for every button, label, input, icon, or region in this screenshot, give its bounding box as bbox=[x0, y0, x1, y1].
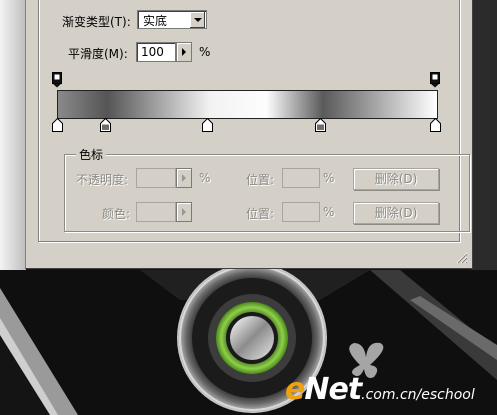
opacity-slider-button[interactable] bbox=[176, 168, 192, 188]
opacity-label: 不透明度: bbox=[76, 173, 129, 187]
color-location-unit: % bbox=[323, 205, 335, 219]
smoothness-slider-button[interactable] bbox=[176, 42, 192, 62]
opacity-location-unit: % bbox=[323, 171, 335, 185]
opacity-input[interactable] bbox=[136, 168, 176, 188]
logo-net: Net bbox=[304, 372, 362, 407]
enet-logo: eNet bbox=[285, 372, 362, 407]
color-stop-white-icon[interactable] bbox=[52, 118, 63, 132]
color-swatch[interactable] bbox=[136, 202, 176, 222]
resize-grip-icon[interactable] bbox=[454, 250, 468, 264]
color-location-label: 位置: bbox=[246, 207, 275, 221]
delete-color-stop-button[interactable]: 删除(D) bbox=[353, 202, 439, 224]
smoothness-value: 100 bbox=[141, 45, 164, 59]
smoothness-input[interactable]: 100 bbox=[136, 42, 176, 62]
gradient-type-value: 实底 bbox=[143, 14, 168, 28]
opacity-stop-right-icon[interactable] bbox=[430, 72, 440, 88]
color-stop-gray-icon[interactable] bbox=[100, 118, 111, 132]
enet-watermark: eNet.com.cn/eschool bbox=[285, 372, 475, 407]
gradient-type-select[interactable]: 实底 bbox=[137, 10, 207, 29]
color-stop-white-icon[interactable] bbox=[430, 118, 441, 132]
smoothness-label: 平滑度(M): bbox=[68, 47, 128, 61]
gradient-preview-bar[interactable] bbox=[57, 90, 438, 119]
color-picker-button[interactable] bbox=[176, 202, 192, 222]
color-location-input[interactable] bbox=[282, 202, 320, 222]
opacity-location-input[interactable] bbox=[282, 168, 320, 188]
opacity-stop-left-icon[interactable] bbox=[52, 72, 62, 88]
color-stops-group-title: 色标 bbox=[76, 146, 107, 163]
opacity-location-label: 位置: bbox=[246, 173, 275, 187]
chevron-down-icon[interactable] bbox=[190, 12, 205, 28]
color-stop-gray-icon[interactable] bbox=[315, 118, 326, 132]
logo-e: e bbox=[285, 372, 305, 407]
delete-opacity-stop-button[interactable]: 删除(D) bbox=[353, 168, 439, 190]
watermark-url: .com.cn/eschool bbox=[361, 387, 475, 403]
smoothness-unit: % bbox=[199, 45, 211, 59]
color-stop-white-icon[interactable] bbox=[202, 118, 213, 132]
gradient-type-label: 渐变类型(T): bbox=[62, 15, 131, 29]
gradient-editor-dialog: 渐变类型(T): 实底 平滑度(M): 100 % 色标 不透明度: % 位置:… bbox=[25, 0, 473, 269]
color-label: 颜色: bbox=[102, 207, 131, 221]
opacity-unit: % bbox=[199, 171, 211, 185]
